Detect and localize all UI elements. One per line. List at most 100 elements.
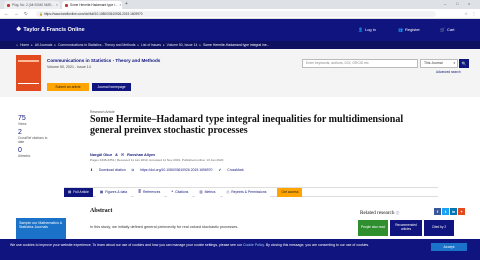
- quote-icon: ❝: [171, 190, 174, 194]
- register-link[interactable]: 👥 Register: [398, 27, 420, 32]
- home-icon[interactable]: ⌂: [16, 43, 18, 47]
- browser-tab-label: Some Hermite-Hadamard type i...: [70, 3, 118, 7]
- related-tab-people-also-read[interactable]: People also read: [358, 220, 388, 236]
- back-button[interactable]: ←: [4, 11, 9, 16]
- breadcrumb-item[interactable]: All Journals: [35, 43, 53, 47]
- search-icon: 🔍: [461, 61, 467, 66]
- facebook-share-icon[interactable]: f: [434, 208, 441, 215]
- site-header: ❖ Taylor & Francis Online 👤 Log in 👥 Reg…: [0, 19, 480, 41]
- views-label: Views: [18, 122, 27, 126]
- journal-homepage-button[interactable]: Journal homepage: [92, 83, 131, 91]
- article-title: Some Hermite–Hadamard type integral ineq…: [90, 114, 404, 136]
- tab-label: Reprints & Permissions: [231, 190, 267, 194]
- breadcrumb-separator-icon: ▸: [31, 43, 33, 47]
- author-list: Nurgül Okur & ✉ Rovshan Aliyev: [90, 152, 155, 158]
- tab-citations[interactable]: ❝ Citations: [167, 187, 193, 197]
- article-links: ⬇ Download citation ⧉ https://doi.org/10…: [90, 168, 244, 172]
- breadcrumb-item[interactable]: Communications in Statistics - Theory an…: [58, 43, 135, 47]
- submit-article-button[interactable]: Submit an article: [47, 83, 89, 91]
- crossmark-link[interactable]: CrossMark: [227, 168, 243, 172]
- search-input[interactable]: Enter keywords, authors, DOI, ORCID etc: [302, 59, 418, 68]
- more-share-icon[interactable]: +: [458, 208, 465, 215]
- author-link[interactable]: Rovshan Aliyev: [127, 153, 155, 157]
- abstract-heading: Abstract: [90, 208, 113, 214]
- tab-references[interactable]: ≣ References: [134, 187, 165, 197]
- journal-volume[interactable]: Volume 50, 2021 - Issue 14: [47, 65, 91, 69]
- metrics-icon: ▥: [199, 190, 203, 194]
- doi-icon: ⧉: [131, 168, 135, 172]
- article-metrics: 75 Views 2 CrossRef citations to date 0 …: [18, 115, 52, 161]
- figures-icon: ▦: [99, 190, 104, 194]
- article-icon: ▤: [68, 190, 72, 194]
- maximize-button[interactable]: □: [456, 1, 458, 6]
- chevron-down-icon: ▾: [453, 61, 455, 65]
- journal-cover-image[interactable]: [16, 55, 41, 91]
- author-link[interactable]: Nurgül Okur: [90, 153, 112, 157]
- crossref-count[interactable]: 2: [18, 129, 52, 136]
- menu-icon[interactable]: ⋮: [472, 11, 476, 16]
- site-logo[interactable]: ❖ Taylor & Francis Online: [16, 26, 85, 34]
- article-tabs: ▤ Full Article ▦ Figures & data ≣ Reference…: [64, 187, 438, 197]
- cart-link[interactable]: 🛒 Cart: [440, 27, 455, 32]
- crossref-label: CrossRef citations to date: [18, 136, 48, 144]
- logo-text: Taylor & Francis Online: [23, 26, 85, 33]
- search-scope-select[interactable]: This Journal ▾: [420, 59, 458, 68]
- search-scope-value: This Journal: [424, 61, 443, 65]
- references-icon: ≣: [138, 190, 141, 194]
- sample-journals-promo[interactable]: Sample our Mathematics & Statistics Jour…: [16, 218, 66, 240]
- download-icon: ⬇: [90, 168, 93, 172]
- advanced-search-link[interactable]: Advanced search: [436, 70, 461, 74]
- close-tab-icon[interactable]: ×: [56, 3, 58, 7]
- favicon-icon: [7, 3, 10, 7]
- breadcrumb-separator-icon: ▸: [54, 43, 57, 47]
- register-label: Register: [404, 27, 420, 32]
- forward-button[interactable]: →: [14, 11, 19, 16]
- breadcrumb-item[interactable]: List of Issues: [141, 43, 161, 47]
- cookie-policy-link[interactable]: Cookie Policy: [243, 243, 264, 247]
- related-research-label: Related research: [360, 210, 395, 216]
- browser-tab-strip: Plug. No. 2 (Alt 00040 NMD... × Some Her…: [0, 0, 480, 9]
- reload-button[interactable]: ↻: [24, 11, 28, 17]
- close-tab-icon[interactable]: ×: [119, 3, 121, 7]
- download-citation-link[interactable]: Download citation: [99, 168, 126, 172]
- tab-label: Citations: [175, 190, 189, 194]
- breadcrumb-current: Some Hermite-Hadamard type integral ine.…: [203, 43, 270, 47]
- close-window-button[interactable]: ×: [468, 1, 470, 6]
- altmetric-count[interactable]: 0: [18, 147, 52, 154]
- related-tab-cited-by[interactable]: Cited by 2: [424, 220, 454, 236]
- author-separator: &: [115, 152, 118, 157]
- twitter-share-icon[interactable]: t: [442, 208, 449, 215]
- tab-full-article[interactable]: ▤ Full Article: [64, 187, 93, 197]
- tab-label: Figures & data: [105, 190, 128, 194]
- related-tab-recommended[interactable]: Recommended articles: [390, 220, 422, 236]
- browser-tab-label: Plug. No. 2 (Alt 00040 NMD...: [12, 3, 54, 7]
- breadcrumb-item[interactable]: Home: [20, 43, 29, 47]
- lock-icon: 🔒: [39, 12, 43, 16]
- browser-tab-1[interactable]: Plug. No. 2 (Alt 00040 NMD... ×: [4, 1, 60, 9]
- tab-metrics[interactable]: ▥ Metrics: [195, 187, 220, 197]
- logo-mark-icon: ❖: [16, 27, 22, 33]
- views-count[interactable]: 75: [18, 115, 52, 122]
- favicon-icon: [65, 3, 68, 7]
- email-icon[interactable]: ✉: [121, 152, 124, 157]
- new-tab-button[interactable]: +: [125, 1, 128, 7]
- tab-figures[interactable]: ▦ Figures & data: [95, 187, 132, 197]
- bookmark-star-icon[interactable]: ☆: [464, 11, 468, 16]
- linkedin-share-icon[interactable]: in: [450, 208, 457, 215]
- cover-stripe: [18, 83, 39, 84]
- minimize-button[interactable]: –: [444, 1, 446, 6]
- doi-link[interactable]: https://doi.org/10.1080/03610926.2019.16…: [140, 168, 212, 172]
- browser-tab-2[interactable]: Some Hermite-Hadamard type i... ×: [62, 1, 122, 9]
- url-input[interactable]: 🔒 https://www.tandfonline.com/doi/full/1…: [36, 11, 436, 17]
- search-button[interactable]: 🔍: [459, 59, 469, 68]
- altmetric-label: Altmetric: [18, 154, 31, 158]
- cart-label: Cart: [446, 27, 455, 32]
- accept-cookies-button[interactable]: Accept: [431, 243, 467, 251]
- cookie-text-end: . By closing this message, you are conse…: [263, 243, 370, 247]
- get-access-button[interactable]: Get access: [277, 187, 303, 197]
- breadcrumb-item[interactable]: Volume 50, Issue 14: [167, 43, 198, 47]
- journal-title[interactable]: Communications in Statistics - Theory an…: [47, 58, 160, 63]
- info-icon[interactable]: ⓘ: [396, 211, 400, 215]
- tab-reprints[interactable]: ⎙ Reprints & Permissions: [222, 187, 271, 197]
- login-link[interactable]: 👤 Log in: [358, 27, 376, 32]
